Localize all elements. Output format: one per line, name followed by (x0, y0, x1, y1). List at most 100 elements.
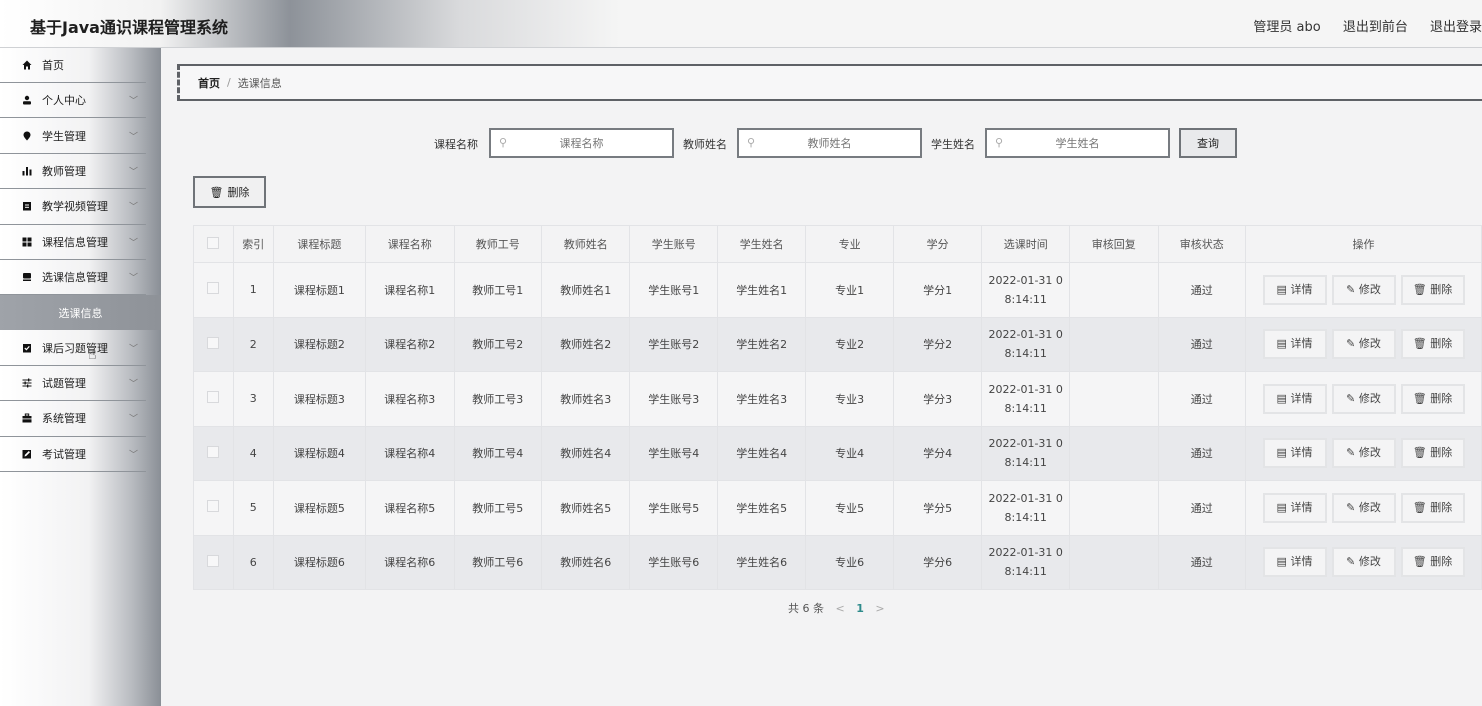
edit-button[interactable]: ✎ 修改 (1331, 547, 1396, 578)
sidebar-item-system[interactable]: 系统管理 ﹀ (0, 401, 146, 437)
course-name-field[interactable]: ⚲ (489, 128, 674, 158)
teacher-name-field[interactable]: ⚲ (737, 128, 922, 158)
teacher-name-input[interactable] (739, 135, 920, 151)
cell-tname: 教师姓名6 (540, 534, 631, 590)
logout-link[interactable]: 退出登录 (1430, 20, 1482, 35)
batch-delete-button[interactable]: 🗑 删除 (193, 176, 266, 208)
cell-time: 2022-01-31 0 8:14:11 (981, 262, 1071, 318)
query-button[interactable]: 查询 (1179, 128, 1237, 158)
home-icon (22, 60, 32, 70)
pagination: 共 6 条 < 1 > (788, 600, 893, 616)
column-header: 课程标题 (272, 225, 367, 263)
delete-button[interactable]: 🗑 删除 (1400, 492, 1465, 523)
page-number[interactable]: 1 (856, 602, 864, 615)
sidebar-item-exams[interactable]: 考试管理 ﹀ (0, 437, 146, 472)
sidebar-item-personal[interactable]: 个人中心 ﹀ (0, 83, 146, 119)
cell-reply (1069, 480, 1159, 536)
cell-sname: 学生姓名1 (716, 262, 807, 318)
cell-tname: 教师姓名5 (540, 480, 631, 536)
row-checkbox[interactable] (207, 282, 220, 295)
sidebar-item-label: 个人中心 (42, 94, 86, 108)
sidebar-subitem-selection-info[interactable]: 选课信息 (0, 295, 161, 331)
edit-button[interactable]: ✎ 修改 (1331, 438, 1396, 469)
time-line-2: 8:14:11 (1004, 292, 1047, 306)
edit-button[interactable]: ✎ 修改 (1331, 383, 1396, 414)
select-all-cell[interactable] (193, 225, 234, 263)
row-checkbox[interactable] (207, 500, 220, 513)
delete-label: 删除 (227, 186, 250, 199)
cell-tno: 教师工号1 (453, 262, 543, 318)
table-row: 6 课程标题6 课程名称6 教师工号6 教师姓名6 学生账号6 学生姓名6 专业6 学分6 202… (193, 534, 1482, 590)
breadcrumb-home[interactable]: 首页 (198, 75, 220, 91)
cell-idx: 1 (232, 262, 274, 318)
sidebar-item-label: 考试管理 (42, 447, 86, 461)
admin-name: 管理员 abo (1253, 20, 1321, 35)
trash-icon: 🗑 (1412, 391, 1427, 405)
grid-icon (22, 237, 32, 247)
document-icon: ▤ (1276, 337, 1287, 351)
sidebar-item-courses[interactable]: 课程信息管理 ﹀ (0, 225, 146, 260)
sidebar-item-label: 系统管理 (42, 412, 86, 426)
delete-label: 删除 (1430, 337, 1453, 351)
edit-button[interactable]: ✎ 修改 (1331, 492, 1396, 523)
row-select-cell[interactable] (193, 480, 234, 536)
back-to-front-link[interactable]: 退出到前台 (1343, 20, 1408, 35)
sidebar-item-label: 选课信息管理 (42, 271, 108, 285)
row-select-cell[interactable] (193, 371, 234, 427)
sidebar-item-teachers[interactable]: 教师管理 ﹀ (0, 154, 146, 190)
edit-button[interactable]: ✎ 修改 (1331, 274, 1396, 305)
top-right-links: 管理员 abo 退出到前台 退出登录 (1235, 16, 1482, 35)
row-checkbox[interactable] (207, 445, 220, 458)
detail-button[interactable]: ▤ 详情 (1262, 547, 1327, 578)
student-name-input[interactable] (987, 135, 1168, 151)
select-all-checkbox[interactable] (207, 236, 220, 249)
sidebar-item-exercises[interactable]: 课后习题管理 ﹀ (0, 330, 146, 366)
sidebar-item-videos[interactable]: 教学视频管理 ﹀ (0, 189, 146, 225)
cell-reply (1069, 316, 1159, 372)
edit-label: 修改 (1358, 500, 1381, 514)
delete-button[interactable]: 🗑 删除 (1400, 329, 1465, 360)
next-page-button[interactable]: > (875, 602, 884, 615)
row-checkbox[interactable] (207, 554, 220, 567)
column-header: 学生账号 (629, 225, 718, 263)
search-icon: ⚲ (747, 136, 756, 149)
trash-icon: 🗑 (1412, 337, 1427, 351)
delete-button[interactable]: 🗑 删除 (1400, 383, 1465, 414)
detail-button[interactable]: ▤ 详情 (1262, 329, 1327, 360)
cell-major: 专业2 (805, 316, 894, 372)
delete-button[interactable]: 🗑 删除 (1400, 438, 1465, 469)
sidebar-item-label: 试题管理 (42, 376, 86, 390)
detail-button[interactable]: ▤ 详情 (1262, 383, 1327, 414)
edit-label: 修改 (1358, 446, 1381, 460)
trash-icon: 🗑 (1412, 555, 1427, 569)
detail-button[interactable]: ▤ 详情 (1262, 274, 1327, 305)
sidebar-item-home[interactable]: 首页 (0, 48, 146, 83)
column-header: 操作 (1245, 225, 1482, 263)
breadcrumb: 首页 / 选课信息 (177, 64, 1482, 101)
cell-idx: 6 (232, 534, 274, 590)
student-name-field[interactable]: ⚲ (985, 128, 1170, 158)
row-select-cell[interactable] (193, 316, 234, 372)
chevron-down-icon: ﹀ (128, 238, 138, 249)
cell-credit: 学分1 (892, 262, 983, 318)
cell-sacc: 学生账号4 (629, 425, 718, 481)
delete-button[interactable]: 🗑 删除 (1400, 274, 1465, 305)
prev-page-button[interactable]: < (836, 602, 845, 615)
row-select-cell[interactable] (193, 262, 234, 318)
row-select-cell[interactable] (193, 425, 234, 481)
cell-tno: 教师工号5 (453, 480, 543, 536)
delete-button[interactable]: 🗑 删除 (1400, 547, 1465, 578)
sidebar-item-selection[interactable]: 选课信息管理 ﹀ (0, 260, 146, 296)
row-checkbox[interactable] (207, 336, 220, 349)
detail-button[interactable]: ▤ 详情 (1262, 492, 1327, 523)
course-name-input[interactable] (491, 135, 672, 151)
row-checkbox[interactable] (207, 391, 220, 404)
cell-credit: 学分5 (892, 480, 983, 536)
sidebar-item-questions[interactable]: 试题管理 ﹀ (0, 366, 146, 402)
edit-button[interactable]: ✎ 修改 (1331, 329, 1396, 360)
chevron-down-icon: ﹀ (128, 273, 138, 284)
detail-button[interactable]: ▤ 详情 (1262, 438, 1327, 469)
cell-name: 课程名称3 (365, 371, 455, 427)
teacher-name-label: 教师姓名 (683, 138, 727, 151)
row-select-cell[interactable] (193, 534, 234, 590)
